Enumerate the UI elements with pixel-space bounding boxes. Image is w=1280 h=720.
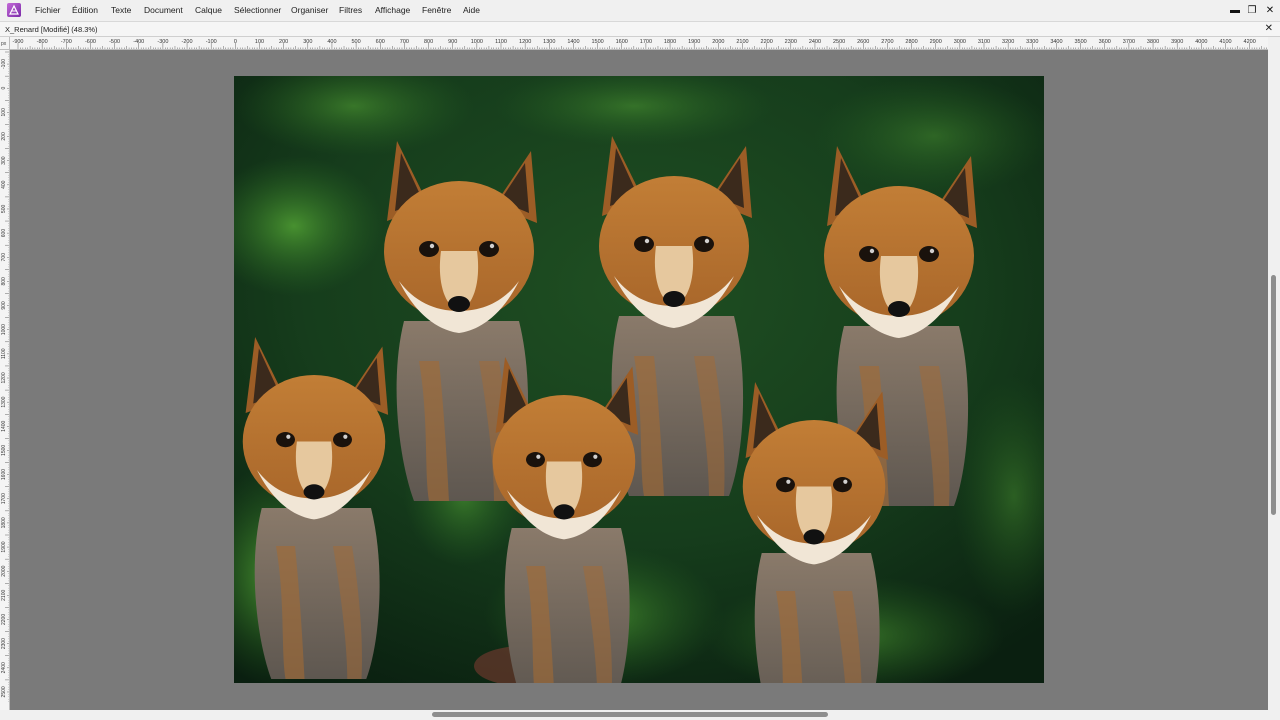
document-title: X_Renard [Modifié] (48.3%) [5,25,98,34]
document-tab[interactable]: X_Renard [Modifié] (48.3%) ✕ [0,21,1280,37]
menu-filtres[interactable]: Filtres [339,5,362,15]
menu-selectionner[interactable]: Sélectionner [234,5,281,15]
affinity-photo-icon[interactable] [7,3,21,17]
ruler-unit-label: px [1,41,7,47]
menu-texte[interactable]: Texte [111,5,131,15]
ruler-v-label: 0 [1,87,7,90]
ruler-v-label: 1300 [1,396,7,407]
minimize-icon[interactable]: ▬ [1228,3,1242,17]
menu-calque[interactable]: Calque [195,5,222,15]
ruler-v-label: 800 [1,277,7,286]
menu-affichage[interactable]: Affichage [375,5,410,15]
horizontal-ruler[interactable]: -900 -800 -700 -600 -500 -400 -300 -200 -100 0 100… [10,37,1268,50]
fox-cubs-photo[interactable] [234,76,1044,683]
close-icon[interactable]: ✕ [1263,3,1277,17]
ruler-v-label: -100 [1,59,7,69]
canvas-area[interactable] [10,50,1268,710]
ruler-v-label: 2400 [1,662,7,673]
menu-bar: Fichier Édition Texte Document Calque Sé… [0,0,1280,21]
restore-icon[interactable]: ❐ [1245,3,1259,17]
horizontal-scrollbar-thumb[interactable] [432,712,828,717]
ruler-v-label: 2100 [1,590,7,601]
horizontal-ruler-ticks: -900 -800 -700 -600 -500 -400 -300 -200 -100 0 100… [12,39,1267,49]
menu-organiser[interactable]: Organiser [291,5,328,15]
vertical-ruler-ticks: -100 0 100 200 300 400 500 600 700 800 900 1000 1100… [1,51,9,702]
ruler-v-label: 1200 [1,372,7,383]
ruler-v-label: 700 [1,253,7,262]
ruler-v-label: 1800 [1,517,7,528]
ruler-v-label: 2200 [1,614,7,625]
ruler-v-label: 100 [1,108,7,117]
document-close-icon[interactable]: ✕ [1265,23,1273,34]
ruler-v-label: 300 [1,156,7,165]
ruler-v-label: 1600 [1,469,7,480]
ruler-v-label: 900 [1,301,7,310]
ruler-v-label: 600 [1,229,7,238]
fox-image [234,76,1044,683]
ruler-v-label: 2000 [1,565,7,576]
ruler-v-label: 2300 [1,638,7,649]
menu-aide[interactable]: Aide [463,5,480,15]
ruler-v-label: 500 [1,205,7,214]
horizontal-scrollbar[interactable] [0,710,1280,720]
vertical-scrollbar[interactable] [1268,50,1280,710]
menu-fenetre[interactable]: Fenêtre [422,5,451,15]
vertical-scrollbar-thumb[interactable] [1271,275,1276,515]
ruler-v-label: 1500 [1,445,7,456]
ruler-v-label: 400 [1,180,7,189]
ruler-v-label: 200 [1,132,7,141]
ruler-v-label: 1700 [1,493,7,504]
menu-document[interactable]: Document [144,5,183,15]
vertical-ruler[interactable]: -100 0 100 200 300 400 500 600 700 800 900 1000 1100… [0,50,10,710]
ruler-v-label: 1100 [1,348,7,359]
ruler-v-label: 1400 [1,420,7,431]
menu-fichier[interactable]: Fichier [35,5,61,15]
ruler-v-label: 1900 [1,541,7,552]
menu-edition[interactable]: Édition [72,5,98,15]
ruler-v-label: 2500 [1,686,7,697]
ruler-v-label: 1000 [1,324,7,335]
